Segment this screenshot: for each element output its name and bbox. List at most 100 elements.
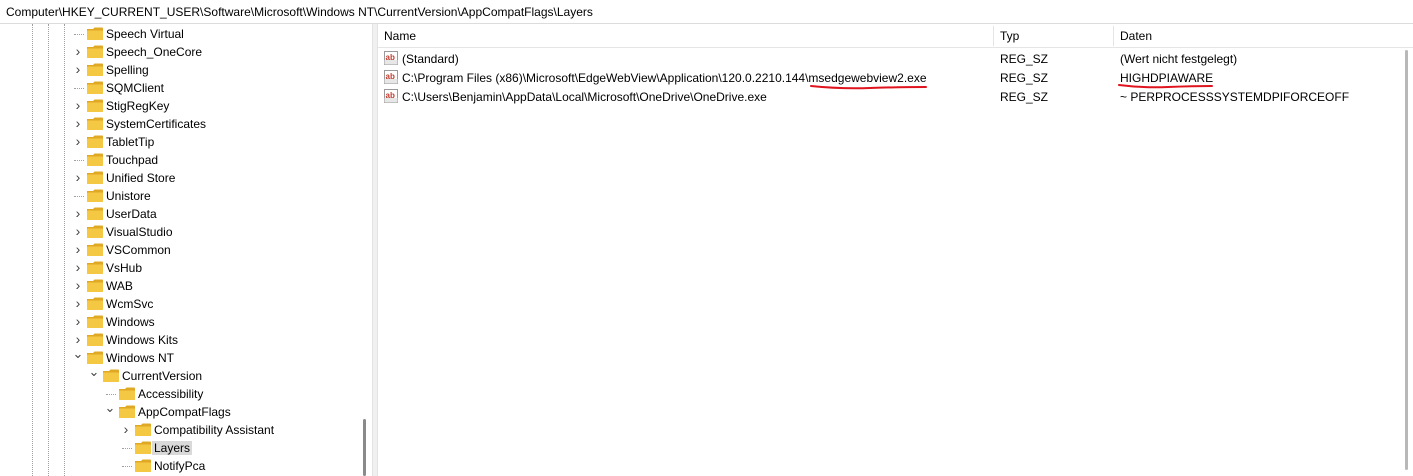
tree-item[interactable]: › WcmSvc (0, 295, 358, 313)
folder-icon (118, 404, 136, 419)
tree-connector (106, 394, 116, 395)
tree-item-label: Touchpad (106, 153, 159, 167)
tree-connector (74, 196, 84, 197)
address-bar[interactable]: Computer\HKEY_CURRENT_USER\Software\Micr… (0, 0, 1413, 24)
chevron-down-icon[interactable]: ⌄ (72, 347, 84, 361)
tree-item[interactable]: › VSCommon (0, 241, 358, 259)
chevron-right-icon[interactable]: › (72, 314, 84, 328)
tree-item[interactable]: › Windows (0, 313, 358, 331)
chevron-right-icon[interactable]: › (72, 206, 84, 220)
tree-item[interactable]: › UserData (0, 205, 358, 223)
value-data: (Wert nicht festgelegt) (1120, 52, 1238, 66)
folder-icon (134, 458, 152, 473)
value-data: HIGHDPIAWARE (1120, 71, 1214, 85)
chevron-right-icon[interactable]: › (72, 260, 84, 274)
folder-icon (86, 152, 104, 167)
tree-item-label: NotifyPca (154, 459, 206, 473)
chevron-right-icon[interactable]: › (72, 296, 84, 310)
column-header-name[interactable]: Name (378, 24, 994, 48)
folder-icon (86, 260, 104, 275)
tree-connector (122, 466, 132, 467)
folder-icon (86, 278, 104, 293)
chevron-right-icon[interactable]: › (72, 116, 84, 130)
svg-text:ab: ab (386, 53, 395, 62)
list-scrollbar[interactable] (1401, 48, 1413, 476)
chevron-right-icon[interactable]: › (72, 62, 84, 76)
tree-item[interactable]: Accessibility (0, 385, 358, 403)
list-header: Name Typ Daten (378, 24, 1413, 48)
column-header-type[interactable]: Typ (994, 24, 1114, 48)
tree-scrollbar-thumb[interactable] (363, 419, 366, 476)
svg-text:ab: ab (386, 91, 395, 100)
svg-text:ab: ab (386, 72, 395, 81)
value-type: REG_SZ (1000, 90, 1049, 104)
chevron-right-icon[interactable]: › (72, 44, 84, 58)
tree-item-label: WcmSvc (106, 297, 154, 311)
chevron-down-icon[interactable]: ⌄ (88, 365, 100, 379)
tree-item[interactable]: › SystemCertificates (0, 115, 358, 133)
tree-item[interactable]: › WAB (0, 277, 358, 295)
folder-icon (86, 98, 104, 113)
tree-item[interactable]: › VisualStudio (0, 223, 358, 241)
chevron-right-icon[interactable]: › (72, 224, 84, 238)
value-type: REG_SZ (1000, 71, 1049, 85)
tree-item-label: VisualStudio (106, 225, 173, 239)
registry-value-row[interactable]: ab (Standard) REG_SZ (Wert nicht festgelegt… (378, 50, 1413, 68)
registry-value-row[interactable]: ab C:\Users\Benjamin\AppData\Local\Micros… (378, 88, 1413, 106)
tree-item-label: Spelling (106, 63, 149, 77)
tree-item[interactable]: NotifyPca (0, 457, 358, 475)
column-header-data[interactable]: Daten (1114, 24, 1394, 48)
tree-item[interactable]: ⌄ Windows NT (0, 347, 358, 367)
value-name: C:\Program Files (x86)\Microsoft\EdgeWeb… (402, 71, 927, 85)
tree-scrollbar[interactable] (358, 24, 372, 476)
tree-item[interactable]: Unistore (0, 187, 358, 205)
chevron-right-icon[interactable]: › (72, 170, 84, 184)
tree-item[interactable]: › Unified Store (0, 169, 358, 187)
tree-item[interactable]: › Windows Kits (0, 331, 358, 349)
registry-tree[interactable]: Speech Virtual › Speech_OneCore › Spelling SQ… (0, 24, 372, 476)
tree-item[interactable]: Touchpad (0, 151, 358, 169)
address-path[interactable]: Computer\HKEY_CURRENT_USER\Software\Micr… (6, 5, 593, 19)
tree-item[interactable]: › Speech_OneCore (0, 43, 358, 61)
tree-item[interactable]: › VsHub (0, 259, 358, 277)
tree-item[interactable]: › Spelling (0, 61, 358, 79)
folder-icon (86, 62, 104, 77)
chevron-right-icon[interactable]: › (72, 134, 84, 148)
tree-item-label: VsHub (106, 261, 143, 275)
chevron-right-icon[interactable]: › (72, 242, 84, 256)
value-name: C:\Users\Benjamin\AppData\Local\Microsof… (402, 90, 767, 104)
tree-connector (122, 448, 132, 449)
chevron-down-icon[interactable]: ⌄ (104, 401, 116, 415)
tree-item[interactable]: ⌄ CurrentVersion (0, 365, 358, 385)
folder-icon (86, 170, 104, 185)
tree-item-label: Speech Virtual (106, 27, 184, 41)
folder-icon (86, 206, 104, 221)
folder-icon (86, 134, 104, 149)
tree-item[interactable]: › StigRegKey (0, 97, 358, 115)
chevron-right-icon[interactable]: › (72, 278, 84, 292)
tree-item-label: SQMClient (106, 81, 165, 95)
list-scrollbar-thumb[interactable] (1405, 50, 1408, 470)
tree-item[interactable]: › Compatibility Assistant (0, 421, 358, 439)
chevron-right-icon[interactable]: › (72, 98, 84, 112)
values-list[interactable]: Name Typ Daten ab (Standard) REG_SZ (Wert n… (378, 24, 1413, 476)
tree-item[interactable]: Speech Virtual (0, 25, 358, 43)
tree-item[interactable]: Layers (0, 439, 358, 457)
registry-value-row[interactable]: ab C:\Program Files (x86)\Microsoft\EdgeW… (378, 69, 1413, 87)
tree-item[interactable]: ⌄ AppCompatFlags (0, 401, 358, 421)
tree-item-label: Layers (152, 441, 193, 455)
reg-string-icon: ab (384, 70, 398, 84)
tree-item[interactable]: › TabletTip (0, 133, 358, 151)
chevron-right-icon[interactable]: › (72, 332, 84, 346)
folder-icon (118, 386, 136, 401)
value-data: ~ PERPROCESSSYSTEMDPIFORCEOFF (1120, 90, 1350, 104)
tree-item[interactable]: SQMClient (0, 79, 358, 97)
folder-icon (102, 368, 120, 383)
folder-icon (86, 332, 104, 347)
tree-connector (74, 34, 84, 35)
tree-item-label: Windows Kits (106, 333, 179, 347)
chevron-right-icon[interactable]: › (120, 422, 132, 436)
folder-icon (86, 80, 104, 95)
tree-item-label: Windows NT (106, 351, 175, 365)
tree-item-label: Compatibility Assistant (154, 423, 275, 437)
